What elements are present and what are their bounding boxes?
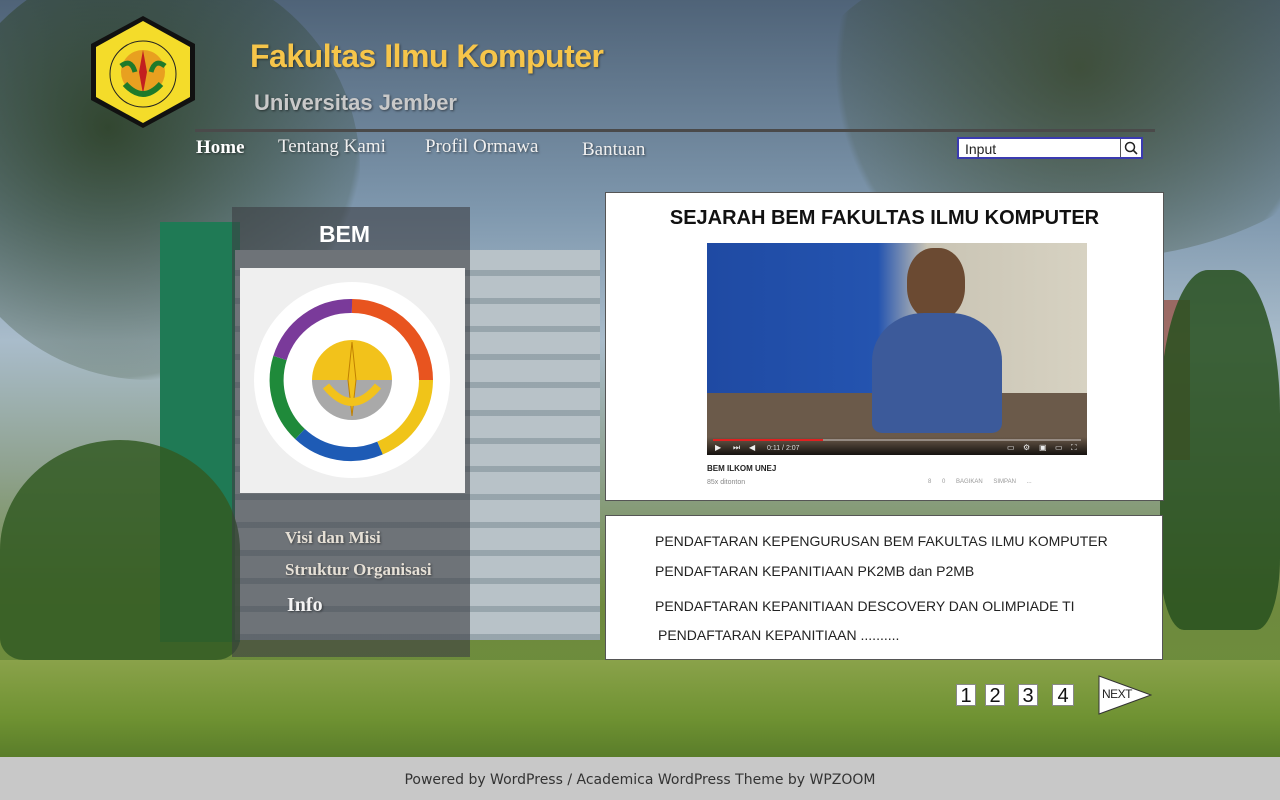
site-subtitle: Universitas Jember — [254, 90, 457, 115]
play-icon[interactable]: ▶ — [715, 444, 721, 452]
nav-tentang-kami[interactable]: Tentang Kami — [278, 136, 386, 158]
miniplayer-icon[interactable]: ▣ — [1039, 444, 1047, 452]
video-player[interactable]: ▶ ⏭ ◀ 0:11 / 2:07 ▭ ⚙ ▣ ▭ ⛶ — [707, 243, 1087, 455]
footer-credit[interactable]: Powered by WordPress / Academica WordPre… — [0, 772, 1280, 788]
bem-logo — [240, 268, 465, 493]
search-box — [957, 137, 1143, 159]
captions-icon[interactable]: ▭ — [1007, 444, 1015, 452]
video-time: 0:11 / 2:07 — [767, 445, 800, 452]
fullscreen-icon[interactable]: ⛶ — [1071, 444, 1077, 452]
announcement-item[interactable]: PENDAFTARAN KEPANITIAAN PK2MB dan P2MB — [655, 563, 974, 579]
announcements-panel: PENDAFTARAN KEPENGURUSAN BEM FAKULTAS IL… — [605, 515, 1163, 660]
like-count[interactable]: 8 — [928, 479, 931, 485]
video-actions: 8 0 BAGIKAN SIMPAN ... — [928, 479, 1041, 485]
dislike-count[interactable]: 0 — [942, 479, 945, 485]
page-title: SEJARAH BEM FAKULTAS ILMU KOMPUTER — [669, 207, 1100, 229]
more-button[interactable]: ... — [1027, 479, 1032, 485]
header-divider — [195, 129, 1155, 132]
next-label: NEXT — [1102, 687, 1133, 701]
skip-next-icon[interactable]: ⏭ — [733, 444, 740, 452]
sidebar-link-struktur-organisasi[interactable]: Struktur Organisasi — [285, 560, 432, 580]
page-3-button[interactable]: 3 — [1018, 684, 1038, 707]
sidebar: BEM Visi dan Misi Struktur Organisasi In… — [232, 207, 470, 657]
page-1-button[interactable]: 1 — [956, 684, 976, 707]
sidebar-link-info[interactable]: Info — [287, 594, 323, 617]
share-button[interactable]: BAGIKAN — [956, 479, 983, 485]
search-icon — [1124, 141, 1138, 155]
nav-profil-ormawa[interactable]: Profil Ormawa — [425, 136, 538, 158]
announcement-item[interactable]: PENDAFTARAN KEPANITIAAN DESCOVERY DAN OL… — [655, 598, 1075, 614]
sidebar-title: BEM — [318, 221, 371, 247]
announcement-item[interactable]: PENDAFTARAN KEPANITIAAN .......... — [658, 627, 899, 643]
sidebar-link-visi-misi[interactable]: Visi dan Misi — [285, 528, 381, 548]
save-button[interactable]: SIMPAN — [993, 479, 1016, 485]
video-channel[interactable]: BEM ILKOM UNEJ — [707, 464, 776, 473]
settings-icon[interactable]: ⚙ — [1023, 444, 1030, 452]
theater-icon[interactable]: ▭ — [1055, 444, 1063, 452]
nav-bantuan[interactable]: Bantuan — [582, 139, 645, 161]
site-title[interactable]: Fakultas Ilmu Komputer — [250, 38, 604, 75]
volume-icon[interactable]: ◀ — [749, 444, 755, 452]
page-2-button[interactable]: 2 — [985, 684, 1005, 707]
search-input[interactable] — [965, 140, 1115, 158]
page-4-button[interactable]: 4 — [1052, 684, 1074, 707]
university-logo[interactable] — [85, 14, 201, 130]
video-views: 85x ditonton — [707, 479, 746, 486]
search-button[interactable] — [1120, 139, 1141, 157]
next-button[interactable]: NEXT — [1098, 675, 1152, 715]
video-progress-bar[interactable] — [713, 439, 1081, 441]
nav-home[interactable]: Home — [196, 137, 245, 159]
footer: Powered by WordPress / Academica WordPre… — [0, 757, 1280, 800]
main-card: SEJARAH BEM FAKULTAS ILMU KOMPUTER ▶ ⏭ ◀… — [605, 192, 1164, 501]
announcement-item[interactable]: PENDAFTARAN KEPENGURUSAN BEM FAKULTAS IL… — [655, 533, 1108, 549]
